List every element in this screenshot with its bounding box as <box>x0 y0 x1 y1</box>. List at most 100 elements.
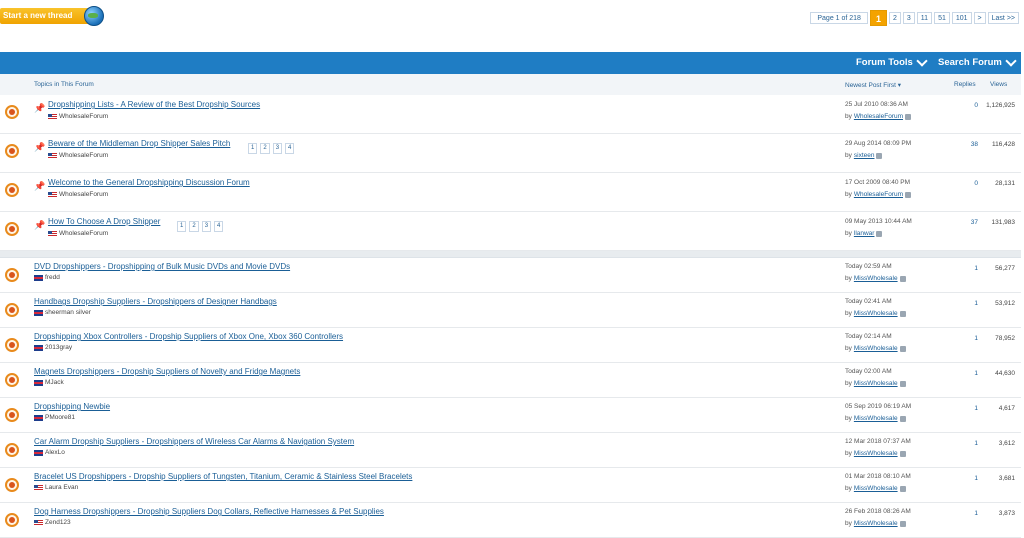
last-post-by: by WholesaleForum <box>845 191 912 198</box>
go-to-post-icon[interactable] <box>905 113 912 120</box>
author-name: PMoore81 <box>45 414 75 421</box>
thread-page-link[interactable]: 4 <box>214 221 224 232</box>
author-name: Laura Evan <box>45 484 79 491</box>
thread-page-link[interactable]: 2 <box>260 143 270 154</box>
thread-title-link[interactable]: Dropshipping Newbie <box>34 402 110 411</box>
thread-author: 2013gray <box>34 344 72 351</box>
reply-count[interactable]: 1 <box>974 440 978 447</box>
last-post-by: by MissWholesale <box>845 310 906 317</box>
page-current[interactable]: 1 <box>869 10 887 26</box>
last-post-user-link[interactable]: MissWholesale <box>854 310 898 317</box>
thread-status-icon <box>5 144 19 158</box>
thread-title-link[interactable]: Magnets Dropshippers - Dropship Supplier… <box>34 367 300 376</box>
page-last[interactable]: Last >> <box>987 12 1019 24</box>
view-count: 131,983 <box>991 219 1016 226</box>
forum-tools-menu[interactable]: Forum Tools <box>856 55 928 68</box>
forum-toolbar: Forum Tools Search Forum <box>0 52 1021 74</box>
last-post-info: Today 02:41 AM by MissWholesale <box>845 298 906 317</box>
reply-count[interactable]: 1 <box>974 510 978 517</box>
thread-title-link[interactable]: How To Choose A Drop Shipper <box>48 217 160 226</box>
thread-title-link[interactable]: Dropshipping Lists - A Review of the Bes… <box>48 100 260 109</box>
last-post-date: 25 Jul 2010 08:36 AM <box>845 101 908 108</box>
go-to-post-icon[interactable] <box>899 275 906 282</box>
reply-count[interactable]: 1 <box>974 370 978 377</box>
last-post-user-link[interactable]: sixteen <box>854 152 875 159</box>
last-post-info: Today 02:14 AM by MissWholesale <box>845 333 906 352</box>
replies-column[interactable]: Replies <box>954 81 976 88</box>
go-to-post-icon[interactable] <box>876 152 883 159</box>
reply-count[interactable]: 1 <box>974 300 978 307</box>
thread-title-link[interactable]: Bracelet US Dropshippers - Dropship Supp… <box>34 472 412 481</box>
reply-count[interactable]: 1 <box>974 265 978 272</box>
thread-title-link[interactable]: Dropshipping Xbox Controllers - Dropship… <box>34 332 343 341</box>
last-post-user-link[interactable]: llanwar <box>854 230 875 237</box>
views-column[interactable]: Views <box>990 81 1007 88</box>
search-forum-menu[interactable]: Search Forum <box>938 55 1017 68</box>
thread-title-link[interactable]: Car Alarm Dropship Suppliers - Dropshipp… <box>34 437 354 446</box>
last-post-user-link[interactable]: MissWholesale <box>854 415 898 422</box>
pin-icon: 📌 <box>34 181 46 191</box>
last-post-user-link[interactable]: MissWholesale <box>854 345 898 352</box>
last-post-by: by WholesaleForum <box>845 113 912 120</box>
reply-count[interactable]: 1 <box>974 475 978 482</box>
page-link[interactable]: 51 <box>934 12 950 24</box>
page-info[interactable]: Page 1 of 218 <box>810 12 868 24</box>
thread-status-icon <box>5 303 19 317</box>
page-link[interactable]: 101 <box>951 12 972 24</box>
thread-page-link[interactable]: 4 <box>285 143 295 154</box>
page-link[interactable]: 11 <box>916 12 933 24</box>
thread-author: WholesaleForum <box>48 191 108 198</box>
last-post-user-link[interactable]: MissWholesale <box>854 485 898 492</box>
author-name: sheerman silver <box>45 309 91 316</box>
go-to-post-icon[interactable] <box>876 230 883 237</box>
globe-icon <box>84 6 104 26</box>
last-post-user-link[interactable]: MissWholesale <box>854 450 898 457</box>
page-link[interactable]: 2 <box>888 12 901 24</box>
go-to-post-icon[interactable] <box>899 520 906 527</box>
sort-newest-post[interactable]: Newest Post First ▾ <box>845 81 901 89</box>
reply-count[interactable]: 38 <box>971 141 978 148</box>
reply-count[interactable]: 0 <box>974 102 978 109</box>
last-post-user-link[interactable]: WholesaleForum <box>854 191 903 198</box>
last-post-date: Today 02:41 AM <box>845 298 892 305</box>
last-post-by: by MissWholesale <box>845 275 906 282</box>
last-post-user-link[interactable]: MissWholesale <box>854 520 898 527</box>
last-post-user-link[interactable]: WholesaleForum <box>854 113 903 120</box>
thread-page-link[interactable]: 2 <box>189 221 199 232</box>
flag-icon <box>48 230 57 237</box>
go-to-post-icon[interactable] <box>899 415 906 422</box>
go-to-post-icon[interactable] <box>899 485 906 492</box>
last-post-by: by MissWholesale <box>845 380 906 387</box>
last-post-user-link[interactable]: MissWholesale <box>854 380 898 387</box>
pin-icon: 📌 <box>34 142 46 152</box>
go-to-post-icon[interactable] <box>899 450 906 457</box>
page-next[interactable]: > <box>973 12 986 24</box>
page-link[interactable]: 3 <box>902 12 915 24</box>
go-to-post-icon[interactable] <box>905 191 912 198</box>
thread-title-link[interactable]: Dog Harness Dropshippers - Dropship Supp… <box>34 507 384 516</box>
reply-count[interactable]: 1 <box>974 335 978 342</box>
reply-count[interactable]: 1 <box>974 405 978 412</box>
thread-title-link[interactable]: Handbags Dropship Suppliers - Dropshippe… <box>34 297 277 306</box>
thread-page-link[interactable]: 3 <box>201 221 212 232</box>
thread-title-link[interactable]: Beware of the Middleman Drop Shipper Sal… <box>48 139 230 148</box>
start-new-thread-button[interactable]: Start a new thread <box>0 6 104 26</box>
reply-count[interactable]: 37 <box>971 219 978 226</box>
view-count: 116,428 <box>991 141 1015 148</box>
thread-page-link[interactable]: 1 <box>177 221 187 232</box>
flag-icon <box>34 484 43 491</box>
last-post-by: by MissWholesale <box>845 450 911 457</box>
thread-title-link[interactable]: Welcome to the General Dropshipping Disc… <box>48 178 250 187</box>
thread-title-link[interactable]: DVD Dropshippers - Dropshipping of Bulk … <box>34 262 290 271</box>
thread-page-link[interactable]: 1 <box>248 143 258 154</box>
go-to-post-icon[interactable] <box>899 380 906 387</box>
thread-author: Laura Evan <box>34 484 78 491</box>
thread-author: WholesaleForum <box>48 230 108 237</box>
go-to-post-icon[interactable] <box>899 345 906 352</box>
go-to-post-icon[interactable] <box>899 310 906 317</box>
thread-page-link[interactable]: 3 <box>272 143 283 154</box>
author-name: WholesaleForum <box>59 191 109 198</box>
reply-count[interactable]: 0 <box>974 180 978 187</box>
last-post-user-link[interactable]: MissWholesale <box>854 275 898 282</box>
last-post-info: Today 02:59 AM by MissWholesale <box>845 263 906 282</box>
